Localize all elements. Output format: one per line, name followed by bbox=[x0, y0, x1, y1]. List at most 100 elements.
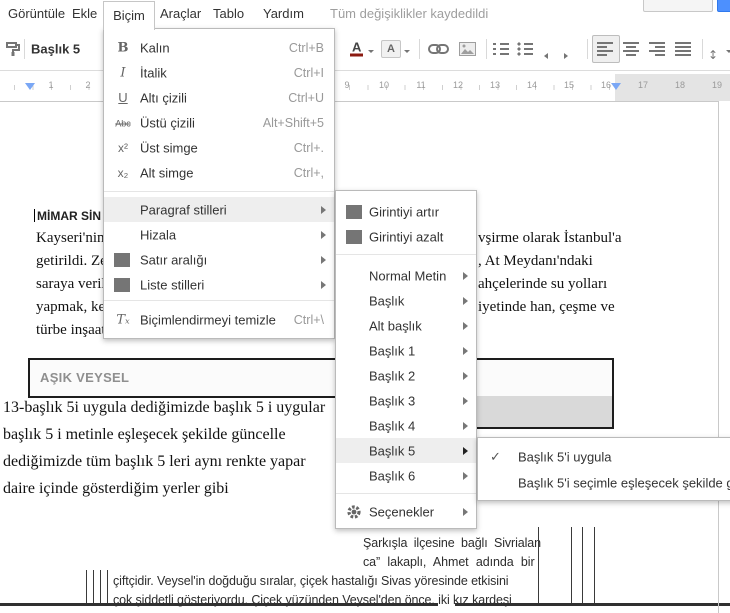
menu-ekle[interactable]: Ekle bbox=[72, 0, 97, 28]
table-heading-cell[interactable]: AŞIK VEYSEL bbox=[28, 358, 614, 398]
bio-line: Şarkışla ilçesine bağlı Sivrialan bbox=[363, 536, 542, 550]
text-color-icon[interactable]: A bbox=[350, 41, 364, 57]
submenu-arrow-icon bbox=[463, 346, 468, 355]
insert-link-icon[interactable] bbox=[428, 44, 449, 55]
indent-marker-right[interactable] bbox=[611, 83, 621, 95]
menu-araclar[interactable]: Araçlar bbox=[160, 0, 201, 28]
menu-separator bbox=[336, 493, 476, 494]
menu-item-hizala[interactable]: Hizala bbox=[104, 222, 334, 247]
clear-formatting-icon bbox=[112, 313, 134, 328]
menu-item-shortcut: Ctrl+. bbox=[293, 140, 324, 155]
align-center-icon[interactable] bbox=[623, 42, 639, 56]
paragraph-line: başlık 5 i metinle eşleşecek şekilde gün… bbox=[3, 426, 286, 443]
menu-item-baslik5-guncelle[interactable]: Başlık 5'i seçimle eşleşecek şekilde gün… bbox=[478, 470, 730, 496]
menu-item-ustu-cizili[interactable]: Üstü çizili Alt+Shift+5 bbox=[104, 110, 334, 135]
menu-item-alt-simge[interactable]: Alt simge Ctrl+, bbox=[104, 160, 334, 185]
menu-item-baslik[interactable]: Başlık bbox=[336, 288, 476, 313]
menu-item-label: Başlık 6 bbox=[369, 468, 416, 483]
table-border bbox=[594, 527, 595, 603]
submenu-arrow-icon bbox=[463, 396, 468, 405]
align-justify-icon[interactable] bbox=[675, 42, 691, 56]
menu-item-label: Satır aralığı bbox=[140, 252, 208, 267]
menu-item-secenekler[interactable]: Seçenekler bbox=[336, 499, 476, 525]
indent-marker-left[interactable] bbox=[25, 83, 35, 95]
ruler-number: 11 bbox=[416, 80, 426, 90]
menu-item-shortcut: Alt+Shift+5 bbox=[262, 115, 324, 130]
menu-item-paragraf-stilleri[interactable]: Paragraf stilleri bbox=[104, 197, 334, 222]
menu-item-liste-stilleri[interactable]: Liste stilleri bbox=[104, 272, 334, 297]
menu-item-shortcut: Ctrl+, bbox=[293, 165, 324, 180]
menu-item-baslik-1[interactable]: Başlık 1 bbox=[336, 338, 476, 363]
bulleted-list-icon[interactable] bbox=[517, 42, 533, 56]
comments-button[interactable] bbox=[643, 0, 713, 12]
menu-item-italik[interactable]: İtalik Ctrl+I bbox=[104, 60, 334, 85]
page-right-edge bbox=[718, 101, 719, 613]
menu-item-label: Başlık 4 bbox=[369, 418, 416, 433]
menu-item-baslik-6[interactable]: Başlık 6 bbox=[336, 463, 476, 488]
ruler-number: 2 bbox=[85, 80, 91, 90]
menu-item-baslik-5[interactable]: Başlık 5 bbox=[336, 438, 476, 463]
ruler-number: 17 bbox=[637, 80, 649, 90]
toolbar-divider bbox=[419, 39, 420, 59]
menu-item-label: Başlık 1 bbox=[369, 343, 416, 358]
menu-item-baslik5-uygula[interactable]: ✓ Başlık 5'i uygula bbox=[478, 444, 730, 470]
menu-item-label: Girintiyi artır bbox=[369, 204, 440, 219]
menu-item-girintiyi-artir[interactable]: Girintiyi artır bbox=[336, 199, 476, 224]
ruler-number: 15 bbox=[563, 80, 575, 90]
paragraph-line: iyetinde han, çeşme ve bbox=[478, 299, 615, 315]
ruler-number: 12 bbox=[452, 80, 464, 90]
submenu-arrow-icon bbox=[463, 271, 468, 280]
ruler-number: 14 bbox=[526, 80, 538, 90]
menu-item-alti-cizili[interactable]: Altı çizili Ctrl+U bbox=[104, 85, 334, 110]
align-left-icon[interactable] bbox=[597, 42, 613, 56]
ruler-number: 18 bbox=[674, 80, 686, 90]
menu-item-label: Başlık bbox=[369, 293, 405, 308]
menu-item-baslik-3[interactable]: Başlık 3 bbox=[336, 388, 476, 413]
bio-line: çiftçidir. Veysel'in doğduğu sıralar, çi… bbox=[113, 574, 509, 588]
text-color-caret[interactable] bbox=[368, 50, 374, 56]
menu-item-satir-araligi[interactable]: Satır aralığı bbox=[104, 247, 334, 272]
strikethrough-icon bbox=[112, 115, 134, 130]
menu-yardim[interactable]: Yardım bbox=[263, 0, 304, 28]
menu-item-normal-metin[interactable]: Normal Metin bbox=[336, 263, 476, 288]
insert-image-icon[interactable] bbox=[459, 42, 476, 56]
numbered-list-icon[interactable] bbox=[493, 42, 509, 56]
highlight-color-caret[interactable] bbox=[404, 50, 410, 56]
menu-item-label: Başlık 5'i uygula bbox=[518, 449, 612, 465]
menu-item-label: Paragraf stilleri bbox=[140, 202, 227, 217]
menu-item-baslik-2[interactable]: Başlık 2 bbox=[336, 363, 476, 388]
heading5-submenu: ✓ Başlık 5'i uygula Başlık 5'i seçimle e… bbox=[477, 437, 730, 501]
menu-item-kalin[interactable]: Kalın Ctrl+B bbox=[104, 35, 334, 60]
menu-item-label: Kalın bbox=[140, 40, 170, 55]
ruler-number: 16 bbox=[600, 80, 612, 90]
paragraph-line: saraya verile bbox=[36, 276, 113, 292]
menu-item-label: Liste stilleri bbox=[140, 277, 205, 292]
menu-item-label: Girintiyi azalt bbox=[369, 229, 444, 244]
line-spacing-caret[interactable] bbox=[726, 50, 730, 56]
gear-icon bbox=[347, 505, 361, 519]
menu-separator bbox=[104, 300, 334, 301]
toolbar-divider bbox=[702, 39, 703, 59]
menu-item-baslik-4[interactable]: Başlık 4 bbox=[336, 413, 476, 438]
format-menu: Kalın Ctrl+B İtalik Ctrl+I Altı çizili C… bbox=[103, 28, 335, 339]
menu-item-bicimlendirmeyi-temizle[interactable]: Biçimlendirmeyi temizle Ctrl+\ bbox=[104, 306, 334, 334]
highlight-color-icon[interactable]: A bbox=[381, 40, 401, 58]
submenu-arrow-icon bbox=[321, 255, 326, 264]
menu-goruntule[interactable]: Görüntüle bbox=[8, 0, 65, 28]
paragraph-line: ahçelerinde su yolları bbox=[478, 276, 608, 292]
align-right-icon[interactable] bbox=[649, 42, 665, 56]
share-button[interactable] bbox=[717, 0, 730, 12]
menu-item-alt-baslik[interactable]: Alt başlık bbox=[336, 313, 476, 338]
menu-item-label: İtalik bbox=[140, 65, 167, 80]
list-styles-icon bbox=[114, 277, 130, 292]
menu-item-shortcut: Ctrl+I bbox=[293, 65, 324, 80]
menu-item-girintiyi-azalt[interactable]: Girintiyi azalt bbox=[336, 224, 476, 249]
menu-tablo[interactable]: Tablo bbox=[213, 0, 244, 28]
submenu-arrow-icon bbox=[463, 296, 468, 305]
menu-item-ust-simge[interactable]: Üst simge Ctrl+. bbox=[104, 135, 334, 160]
paragraph-style-selector[interactable]: Başlık 5 bbox=[31, 42, 80, 57]
menu-item-label: Normal Metin bbox=[369, 268, 447, 283]
paragraph-line: dediğimizde tüm başlık 5 leri aynı renkt… bbox=[3, 453, 306, 470]
paint-format-icon[interactable] bbox=[5, 41, 21, 57]
menu-bicim[interactable]: Biçim bbox=[103, 1, 155, 30]
